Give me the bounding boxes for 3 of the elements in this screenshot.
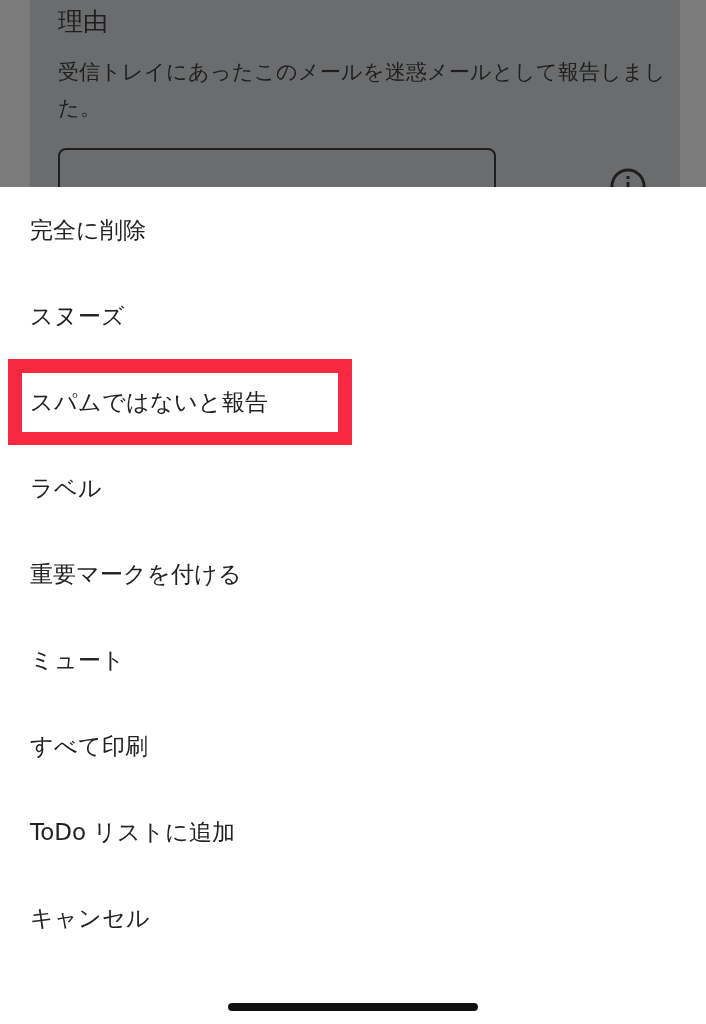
section-heading: 理由 <box>58 6 108 38</box>
menu-item[interactable]: スパムではないと報告 <box>8 359 352 446</box>
reason-text: 受信トレイにあったこのメールを迷惑メールとして報告しました。 <box>58 59 667 122</box>
